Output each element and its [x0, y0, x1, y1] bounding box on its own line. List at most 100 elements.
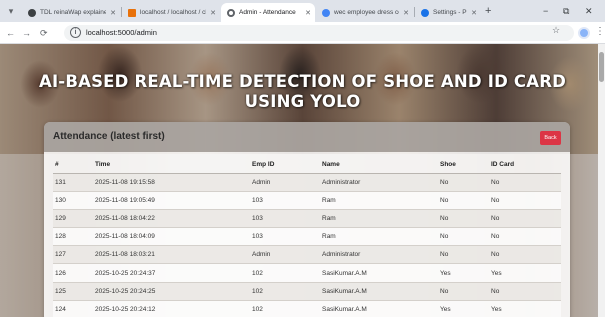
tab-favicon-icon — [128, 8, 136, 17]
cell-shoe: No — [438, 282, 489, 301]
cell-name: Ram — [320, 227, 438, 247]
cell-shoe: Yes — [438, 300, 489, 317]
cell-number: 129 — [53, 209, 93, 229]
cell-time: 2025-11-08 18:03:21 — [93, 245, 250, 265]
cell-emp-id: 103 — [250, 209, 320, 229]
tab-close-icon[interactable]: ✕ — [110, 9, 116, 17]
restore-icon[interactable]: ⧉ — [563, 4, 569, 18]
column-header-emp-id: Emp ID — [250, 156, 320, 174]
attendance-card: Attendance (latest first) Back # Time Em… — [44, 122, 570, 317]
card-title: Attendance (latest first) — [53, 131, 165, 142]
column-header-time: Time — [93, 156, 250, 174]
tab-admin-attendance[interactable]: Admin - Attendance ✕ — [221, 3, 315, 22]
tab-label: localhost / localhost / cl — [140, 9, 207, 16]
cell-time: 2025-11-08 18:04:22 — [93, 209, 250, 229]
cell-id-card: No — [489, 227, 561, 247]
tab-strip: ▾ TDL reinaWap explained ✕ localhost / l… — [0, 0, 605, 22]
cell-emp-id: 103 — [250, 191, 320, 210]
tab-label: wec employee dress cod — [334, 9, 400, 16]
cell-emp-id: 102 — [250, 282, 320, 301]
cell-shoe: No — [438, 245, 489, 265]
minimize-icon[interactable]: − — [543, 4, 548, 18]
browser-toolbar: ← → ⟳ i localhost:5000/admin ☆ ⋮ — [0, 22, 605, 44]
page-content: AI-BASED REAL-TIME DETECTION OF SHOE AND… — [0, 44, 605, 317]
cell-name: Administrator — [320, 173, 438, 192]
new-tab-icon[interactable]: + — [485, 4, 491, 18]
bookmark-star-icon[interactable]: ☆ — [552, 25, 560, 36]
column-header-shoe: Shoe — [438, 156, 489, 174]
table-row: 131 2025-11-08 19:15:58 Admin Administrator… — [53, 173, 561, 192]
cell-name: Administrator — [320, 245, 438, 265]
tab-dress-code[interactable]: wec employee dress cod ✕ — [316, 3, 413, 22]
cell-name: SasiKumar.A.M — [320, 300, 438, 317]
table-row: 128 2025-11-08 18:04:09 103 Ram No No — [53, 227, 561, 247]
table-row: 127 2025-11-08 18:03:21 Admin Administrator… — [53, 245, 561, 265]
cell-time: 2025-11-08 19:15:58 — [93, 173, 250, 192]
column-header-number: # — [53, 156, 93, 174]
tab-localhost[interactable]: localhost / localhost / cl ✕ — [122, 3, 220, 22]
table-row: 125 2025-10-25 20:24:25 102 SasiKumar.A.M No… — [53, 282, 561, 301]
cell-emp-id: 103 — [250, 227, 320, 247]
address-url[interactable]: localhost:5000/admin — [86, 28, 157, 37]
forward-arrow-icon[interactable]: → — [22, 27, 31, 39]
table-header-row: # Time Emp ID Name Shoe ID Card — [53, 156, 561, 174]
close-window-icon[interactable]: ✕ — [585, 4, 593, 18]
cell-number: 126 — [53, 263, 93, 283]
cell-name: Ram — [320, 209, 438, 229]
tab-settings[interactable]: Settings - Privacy and se ✕ — [415, 3, 481, 22]
cell-shoe: No — [438, 173, 489, 192]
table-row: 124 2025-10-25 20:24:12 102 SasiKumar.A.M Ye… — [53, 300, 561, 317]
cell-emp-id: 102 — [250, 263, 320, 283]
browser-menu-icon[interactable]: ⋮ — [595, 26, 605, 37]
tab-search-icon[interactable]: ▾ — [4, 5, 18, 17]
cell-time: 2025-11-08 18:04:09 — [93, 227, 250, 247]
cell-number: 131 — [53, 173, 93, 192]
back-button[interactable]: Back — [540, 131, 561, 145]
cell-time: 2025-10-25 20:24:37 — [93, 263, 250, 283]
tab-close-icon[interactable]: ✕ — [471, 9, 477, 17]
cell-number: 124 — [53, 300, 93, 317]
cell-name: Ram — [320, 191, 438, 210]
scrollbar-thumb[interactable] — [599, 52, 604, 82]
tab-close-icon[interactable]: ✕ — [305, 9, 311, 17]
tab-tdl[interactable]: TDL reinaWap explained ✕ — [22, 3, 120, 22]
cell-id-card: No — [489, 245, 561, 265]
tab-favicon-icon — [322, 8, 330, 17]
cell-number: 127 — [53, 245, 93, 265]
table-row: 126 2025-10-25 20:24:37 102 SasiKumar.A.M Ye… — [53, 263, 561, 283]
browser-window: ▾ TDL reinaWap explained ✕ localhost / l… — [0, 0, 605, 317]
cell-shoe: No — [438, 191, 489, 210]
cell-name: SasiKumar.A.M — [320, 282, 438, 301]
column-header-id-card: ID Card — [489, 156, 561, 174]
tab-close-icon[interactable]: ✕ — [210, 9, 216, 17]
cell-shoe: Yes — [438, 263, 489, 283]
cell-id-card: Yes — [489, 300, 561, 317]
cell-shoe: No — [438, 227, 489, 247]
cell-emp-id: 102 — [250, 300, 320, 317]
column-header-name: Name — [320, 156, 438, 174]
table-row: 129 2025-11-08 18:04:22 103 Ram No No — [53, 209, 561, 229]
profile-avatar-icon[interactable] — [578, 27, 590, 39]
cell-id-card: No — [489, 282, 561, 301]
card-header: Attendance (latest first) Back — [44, 122, 570, 152]
cell-shoe: No — [438, 209, 489, 229]
address-bar[interactable]: i localhost:5000/admin — [64, 25, 574, 41]
site-info-icon[interactable]: i — [70, 27, 81, 38]
cell-number: 128 — [53, 227, 93, 247]
cell-number: 130 — [53, 191, 93, 210]
cell-time: 2025-10-25 20:24:12 — [93, 300, 250, 317]
page-scrollbar[interactable] — [598, 44, 605, 317]
tab-label: Settings - Privacy and se — [433, 9, 467, 16]
attendance-table: # Time Emp ID Name Shoe ID Card 131 2025-… — [53, 156, 561, 317]
tab-close-icon[interactable]: ✕ — [403, 9, 409, 17]
cell-emp-id: Admin — [250, 173, 320, 192]
tab-label: Admin - Attendance — [239, 9, 296, 16]
tab-favicon-icon — [28, 8, 36, 17]
tab-favicon-icon — [227, 8, 235, 17]
cell-id-card: No — [489, 191, 561, 210]
table-row: 130 2025-11-08 19:05:49 103 Ram No No — [53, 191, 561, 210]
cell-id-card: Yes — [489, 263, 561, 283]
back-arrow-icon[interactable]: ← — [6, 27, 15, 39]
reload-icon[interactable]: ⟳ — [40, 27, 48, 39]
page-title: AI-BASED REAL-TIME DETECTION OF SHOE AND… — [38, 72, 567, 111]
